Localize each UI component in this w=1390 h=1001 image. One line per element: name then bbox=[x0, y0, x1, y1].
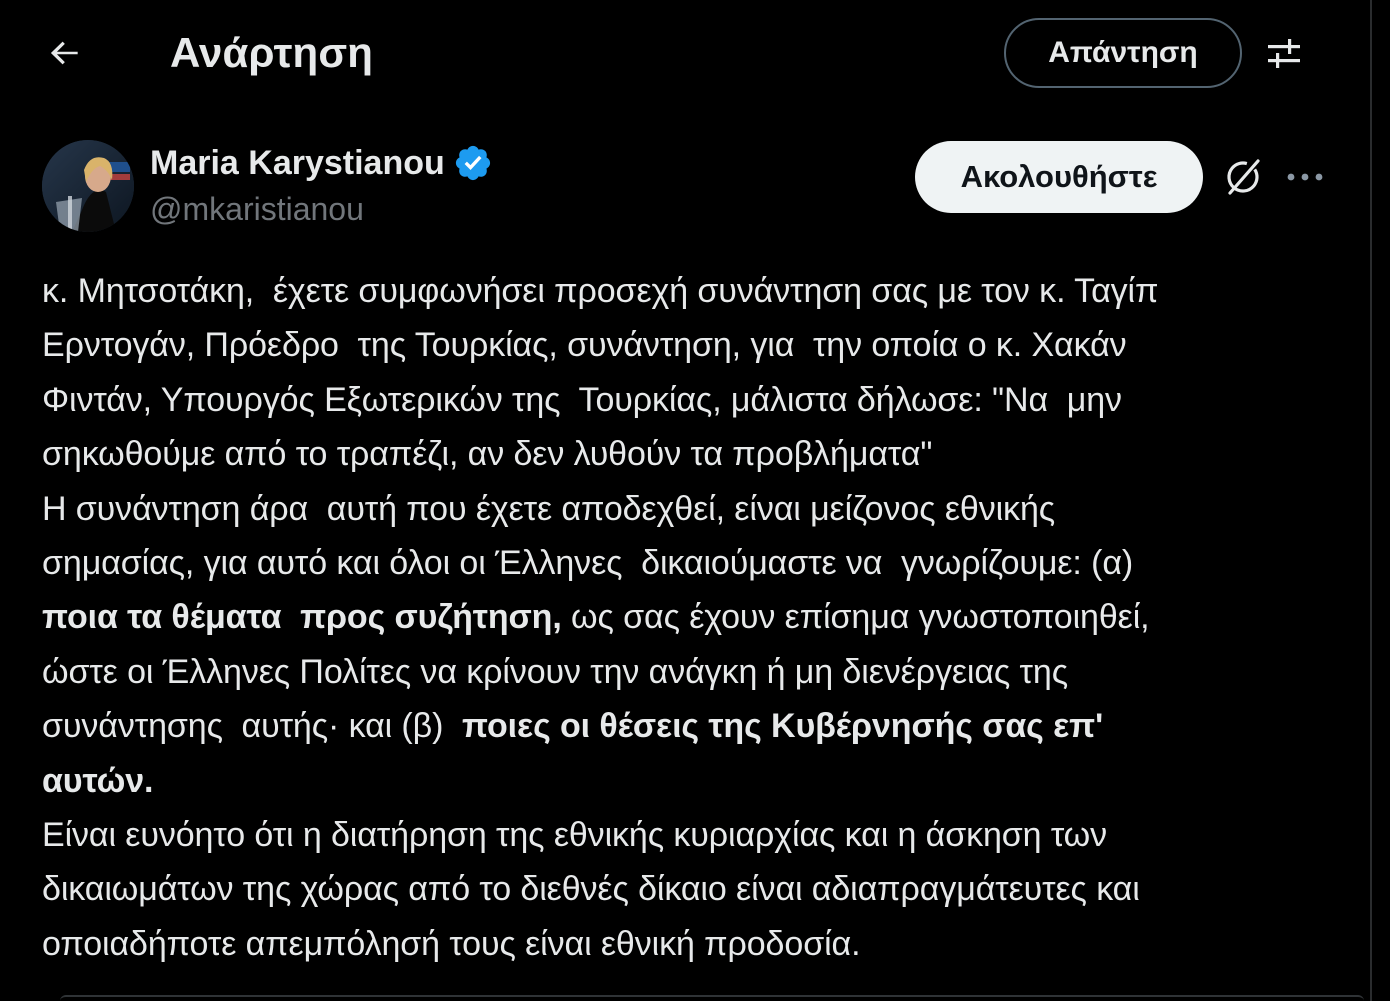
post-text-segment: συνάντησης αυτής· και (β) bbox=[42, 707, 463, 746]
page-title: Ανάρτηση bbox=[170, 29, 374, 76]
post-text-line: δικαιωμάτων της χώρας από το διεθνές δίκ… bbox=[42, 862, 1342, 916]
avatar[interactable] bbox=[42, 140, 134, 232]
post-text-line: Η συνάντηση άρα αυτή που έχετε αποδεχθεί… bbox=[42, 482, 1342, 536]
more-dots-icon bbox=[1285, 171, 1325, 183]
divider bbox=[60, 995, 1364, 1001]
grok-icon bbox=[1222, 156, 1264, 198]
follow-button[interactable]: Ακολουθήστε bbox=[915, 141, 1203, 213]
post-text-line: αυτών. bbox=[42, 754, 1342, 808]
author-name-text: Maria Karystianou bbox=[150, 144, 445, 182]
post-text-segment: σηκωθούμε από το τραπέζι, αν δεν λυθούν … bbox=[42, 435, 933, 474]
settings-button[interactable] bbox=[1258, 30, 1310, 78]
post-text-line: σημασίας, για αυτό και όλοι οι Έλληνες δ… bbox=[42, 536, 1342, 590]
scrollbar-track[interactable] bbox=[1366, 0, 1390, 1001]
more-button[interactable] bbox=[1282, 154, 1328, 200]
post-page: Ανάρτηση Απάντηση Maria Karystianou @mka… bbox=[0, 0, 1390, 1001]
post-text-segment: Ερντογάν, Πρόεδρο της Τουρκίας, συνάντησ… bbox=[42, 326, 1127, 365]
post-text-line: ποια τα θέματα προς συζήτηση, ως σας έχο… bbox=[42, 590, 1342, 644]
post-text-segment: σημασίας, για αυτό και όλοι οι Έλληνες δ… bbox=[42, 543, 1134, 582]
sliders-icon bbox=[1264, 34, 1304, 74]
post-text-bold: ποια τα θέματα προς συζήτηση, bbox=[42, 598, 562, 637]
post-text-line: οποιαδήποτε απεμπόλησή τους είναι εθνική… bbox=[42, 917, 1342, 971]
post-text-segment: δικαιωμάτων της χώρας από το διεθνές δίκ… bbox=[42, 870, 1140, 909]
post-text-line: κ. Μητσοτάκη, έχετε συμφωνήσει προσεχή σ… bbox=[42, 264, 1342, 318]
post-text-line: Ερντογάν, Πρόεδρο της Τουρκίας, συνάντησ… bbox=[42, 318, 1342, 372]
grok-button[interactable] bbox=[1220, 154, 1266, 200]
back-button[interactable] bbox=[36, 24, 94, 82]
post-text-segment: Είναι ευνόητο ότι η διατήρηση της εθνική… bbox=[42, 815, 1108, 854]
post-text-segment: ώστε οι Έλληνες Πολίτες να κρίνουν την α… bbox=[42, 652, 1068, 691]
post-text-segment: ως σας έχουν επίσημα γνωστοποιηθεί, bbox=[561, 598, 1150, 637]
post-text-line: Φιντάν, Υπουργός Εξωτερικών της Τουρκίας… bbox=[42, 373, 1342, 427]
post-text-segment: κ. Μητσοτάκη, έχετε συμφωνήσει προσεχή σ… bbox=[42, 272, 1159, 310]
post-text-segment: Η συνάντηση άρα αυτή που έχετε αποδεχθεί… bbox=[42, 489, 1056, 528]
post-text: κ. Μητσοτάκη, έχετε συμφωνήσει προσεχή σ… bbox=[42, 264, 1342, 971]
post-text-bold: αυτών. bbox=[42, 761, 154, 800]
reply-button[interactable]: Απάντηση bbox=[1004, 18, 1242, 88]
post-text-bold: ποιες οι θέσεις της Κυβέρνησής σας επ' bbox=[462, 707, 1104, 746]
post-text-segment: Φιντάν, Υπουργός Εξωτερικών της Τουρκίας… bbox=[42, 380, 1122, 419]
post-text-line: σηκωθούμε από το τραπέζι, αν δεν λυθούν … bbox=[42, 427, 1342, 481]
post-text-segment: οποιαδήποτε απεμπόλησή τους είναι εθνική… bbox=[42, 924, 861, 963]
post-header: Ανάρτηση Απάντηση bbox=[0, 0, 1366, 106]
post-text-line: ώστε οι Έλληνες Πολίτες να κρίνουν την α… bbox=[42, 645, 1342, 699]
author-handle[interactable]: @mkaristianou bbox=[150, 188, 364, 230]
verified-badge-icon[interactable] bbox=[453, 143, 493, 183]
post-text-line: συνάντησης αυτής· και (β) ποιες οι θέσει… bbox=[42, 699, 1342, 753]
author-name[interactable]: Maria Karystianou bbox=[150, 142, 493, 184]
post-text-line: Είναι ευνόητο ότι η διατήρηση της εθνική… bbox=[42, 808, 1342, 862]
arrow-left-icon bbox=[46, 34, 84, 72]
